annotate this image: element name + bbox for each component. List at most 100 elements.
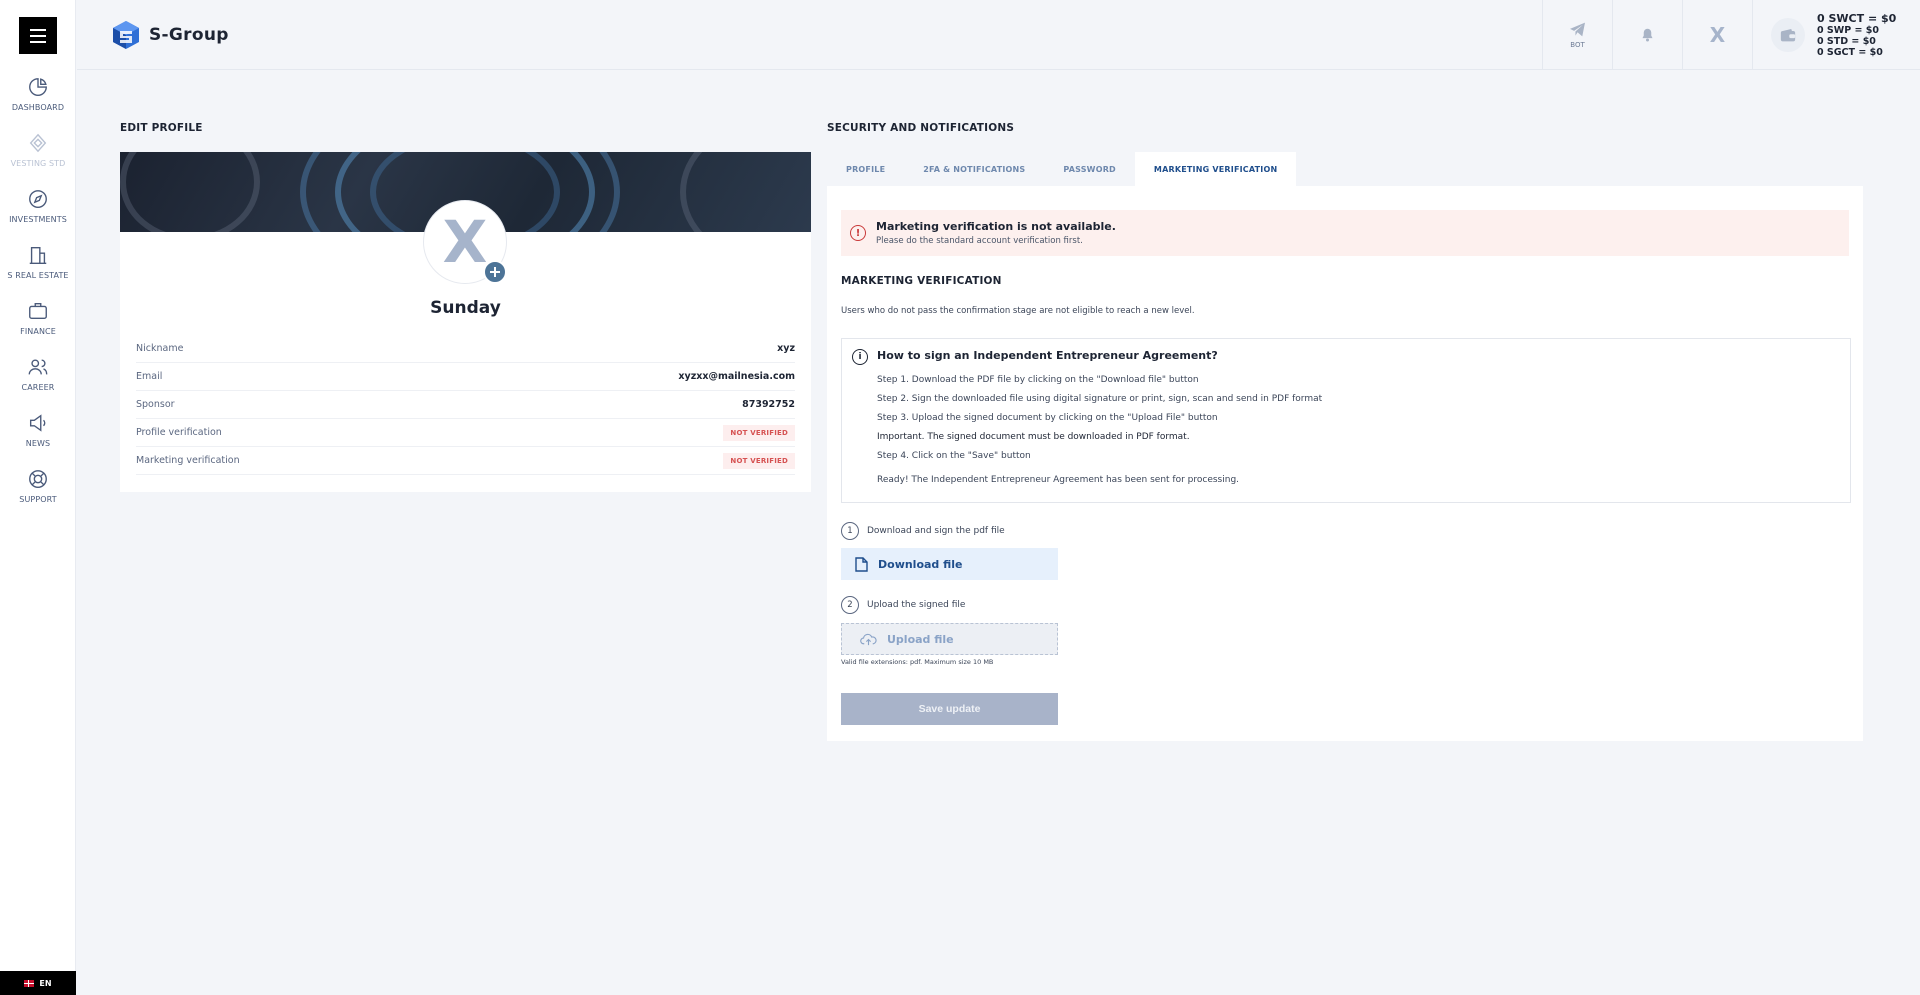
profile-card: X Sunday Nickname xyz Email xyzxx@mailne… <box>120 152 811 492</box>
hamburger-menu-button[interactable] <box>19 17 57 54</box>
balance-std: 0 STD = $0 <box>1817 36 1876 47</box>
wallet-button[interactable] <box>1752 0 1822 70</box>
telegram-bot-button[interactable]: BOT <box>1542 0 1612 70</box>
sidebar-item-label: S REAL ESTATE <box>7 271 69 280</box>
balance-swp: 0 SWP = $0 <box>1817 25 1879 36</box>
howto-step: Step 2. Sign the downloaded file using d… <box>877 394 1323 404</box>
profile-row-marketing-verification: Marketing verification NOT VERIFIED <box>136 447 795 475</box>
row-label: Email <box>136 371 163 382</box>
profile-name: Sunday <box>430 298 501 318</box>
bell-icon <box>1642 28 1653 42</box>
status-badge: NOT VERIFIED <box>723 452 795 469</box>
howto-step: Step 3. Upload the signed document by cl… <box>877 413 1218 423</box>
sidebar-item-label: SUPPORT <box>19 495 57 504</box>
save-update-button[interactable]: Save update <box>841 693 1058 725</box>
howto-step: Step 4. Click on the "Save" button <box>877 451 1031 461</box>
sidebar-item-investments[interactable]: INVESTMENTS <box>0 188 76 224</box>
menu-bar-icon <box>30 40 46 43</box>
tab-marketing-verification[interactable]: MARKETING VERIFICATION <box>1134 152 1297 186</box>
step-label: Download and sign the pdf file <box>867 526 1005 536</box>
change-avatar-button[interactable] <box>483 260 507 284</box>
alert-circle-icon: ! <box>850 225 866 241</box>
tab-2fa-notifications[interactable]: 2FA & NOTIFICATIONS <box>904 152 1044 186</box>
status-badge: NOT VERIFIED <box>723 424 795 441</box>
row-value: xyzxx@mailnesia.com <box>678 371 795 382</box>
sidebar-item-label: VESTING STD <box>10 159 66 168</box>
lifebuoy-icon <box>29 470 47 488</box>
row-value: xyz <box>777 343 795 354</box>
sidebar-item-s-real-estate[interactable]: S REAL ESTATE <box>0 244 76 280</box>
alert-subtitle: Please do the standard account verificat… <box>876 236 1083 246</box>
file-icon <box>855 556 868 572</box>
sidebar-item-support[interactable]: SUPPORT <box>0 468 76 504</box>
howto-important-note: Important. The signed document must be d… <box>877 432 1190 442</box>
row-label: Marketing verification <box>136 455 240 466</box>
sidebar-item-dashboard[interactable]: DASHBOARD <box>0 76 76 112</box>
balance-sgct: 0 SGCT = $0 <box>1817 47 1883 58</box>
compass-icon <box>29 190 47 208</box>
users-icon <box>28 359 48 375</box>
marketing-verification-heading: MARKETING VERIFICATION <box>841 275 1002 287</box>
tab-profile[interactable]: PROFILE <box>827 152 904 186</box>
profile-row-email: Email xyzxx@mailnesia.com <box>136 363 795 391</box>
notifications-button[interactable] <box>1612 0 1682 70</box>
step-label: Upload the signed file <box>867 600 966 610</box>
brand-name: S-Group <box>149 25 229 45</box>
upload-step: 2 Upload the signed file <box>841 596 965 614</box>
avatar-letter: X <box>442 208 488 276</box>
download-file-label: Download file <box>878 557 963 571</box>
download-step: 1 Download and sign the pdf file <box>841 522 1005 540</box>
bot-label: BOT <box>1570 40 1585 49</box>
building-icon <box>29 246 47 264</box>
avatar-letter: X <box>1709 23 1726 47</box>
cloud-upload-icon <box>860 633 877 645</box>
download-file-button[interactable]: Download file <box>841 548 1058 580</box>
wallet-balances: 0 SWCT = $0 0 SWP = $0 0 STD = $0 0 SGCT… <box>1817 12 1896 58</box>
pie-chart-icon <box>29 78 47 96</box>
menu-bar-icon <box>30 28 46 31</box>
menu-bar-icon <box>30 34 46 37</box>
sidebar-item-news[interactable]: NEWS <box>0 412 76 448</box>
top-header: S-Group BOT X 0 SWCT = $0 0 SWP = $0 0 S… <box>77 0 1920 70</box>
brand-logo[interactable]: S-Group <box>112 20 229 50</box>
edit-profile-title: EDIT PROFILE <box>120 122 203 134</box>
row-value: 87392752 <box>742 399 795 410</box>
language-label: EN <box>39 978 52 988</box>
row-label: Sponsor <box>136 399 175 410</box>
upload-file-button[interactable]: Upload file <box>841 623 1058 655</box>
sidebar-item-finance[interactable]: FINANCE <box>0 300 76 336</box>
sidebar-item-label: DASHBOARD <box>11 103 65 112</box>
step-number: 1 <box>841 522 859 540</box>
tab-password[interactable]: PASSWORD <box>1044 152 1135 186</box>
row-label: Profile verification <box>136 427 222 438</box>
upload-hint: Valid file extensions: pdf. Maximum size… <box>841 658 994 666</box>
cube-logo-icon <box>113 21 139 49</box>
user-avatar-button[interactable]: X <box>1682 0 1752 70</box>
sidebar-item-label: FINANCE <box>20 327 56 336</box>
step-number: 2 <box>841 596 859 614</box>
howto-title: How to sign an Independent Entrepreneur … <box>877 349 1218 362</box>
paper-plane-icon <box>1570 22 1585 36</box>
plus-icon <box>490 267 500 277</box>
marketing-verification-description: Users who do not pass the confirmation s… <box>841 306 1195 316</box>
language-switcher[interactable]: EN <box>0 971 76 995</box>
wallet-icon <box>1780 28 1795 41</box>
sidebar-item-label: CAREER <box>21 383 55 392</box>
verification-alert: ! Marketing verification is not availabl… <box>841 210 1849 256</box>
row-label: Nickname <box>136 343 184 354</box>
profile-row-nickname: Nickname xyz <box>136 335 795 363</box>
sidebar-item-career[interactable]: CAREER <box>0 356 76 392</box>
diamond-icon <box>29 133 47 153</box>
security-tabs: PROFILE 2FA & NOTIFICATIONS PASSWORD MAR… <box>827 152 1297 186</box>
profile-row-sponsor: Sponsor 87392752 <box>136 391 795 419</box>
security-title: SECURITY AND NOTIFICATIONS <box>827 122 1015 134</box>
howto-ready-note: Ready! The Independent Entrepreneur Agre… <box>877 475 1240 485</box>
sidebar-item-label: INVESTMENTS <box>9 215 67 224</box>
upload-file-label: Upload file <box>887 632 954 646</box>
sidebar-item-vesting-std[interactable]: VESTING STD <box>0 132 76 168</box>
sidebar: DASHBOARD VESTING STD INVESTMENTS S REAL… <box>0 0 76 995</box>
megaphone-icon <box>29 414 46 432</box>
sidebar-item-label: NEWS <box>25 439 51 448</box>
info-icon: i <box>852 349 868 365</box>
marketing-verification-panel: ! Marketing verification is not availabl… <box>827 186 1863 741</box>
